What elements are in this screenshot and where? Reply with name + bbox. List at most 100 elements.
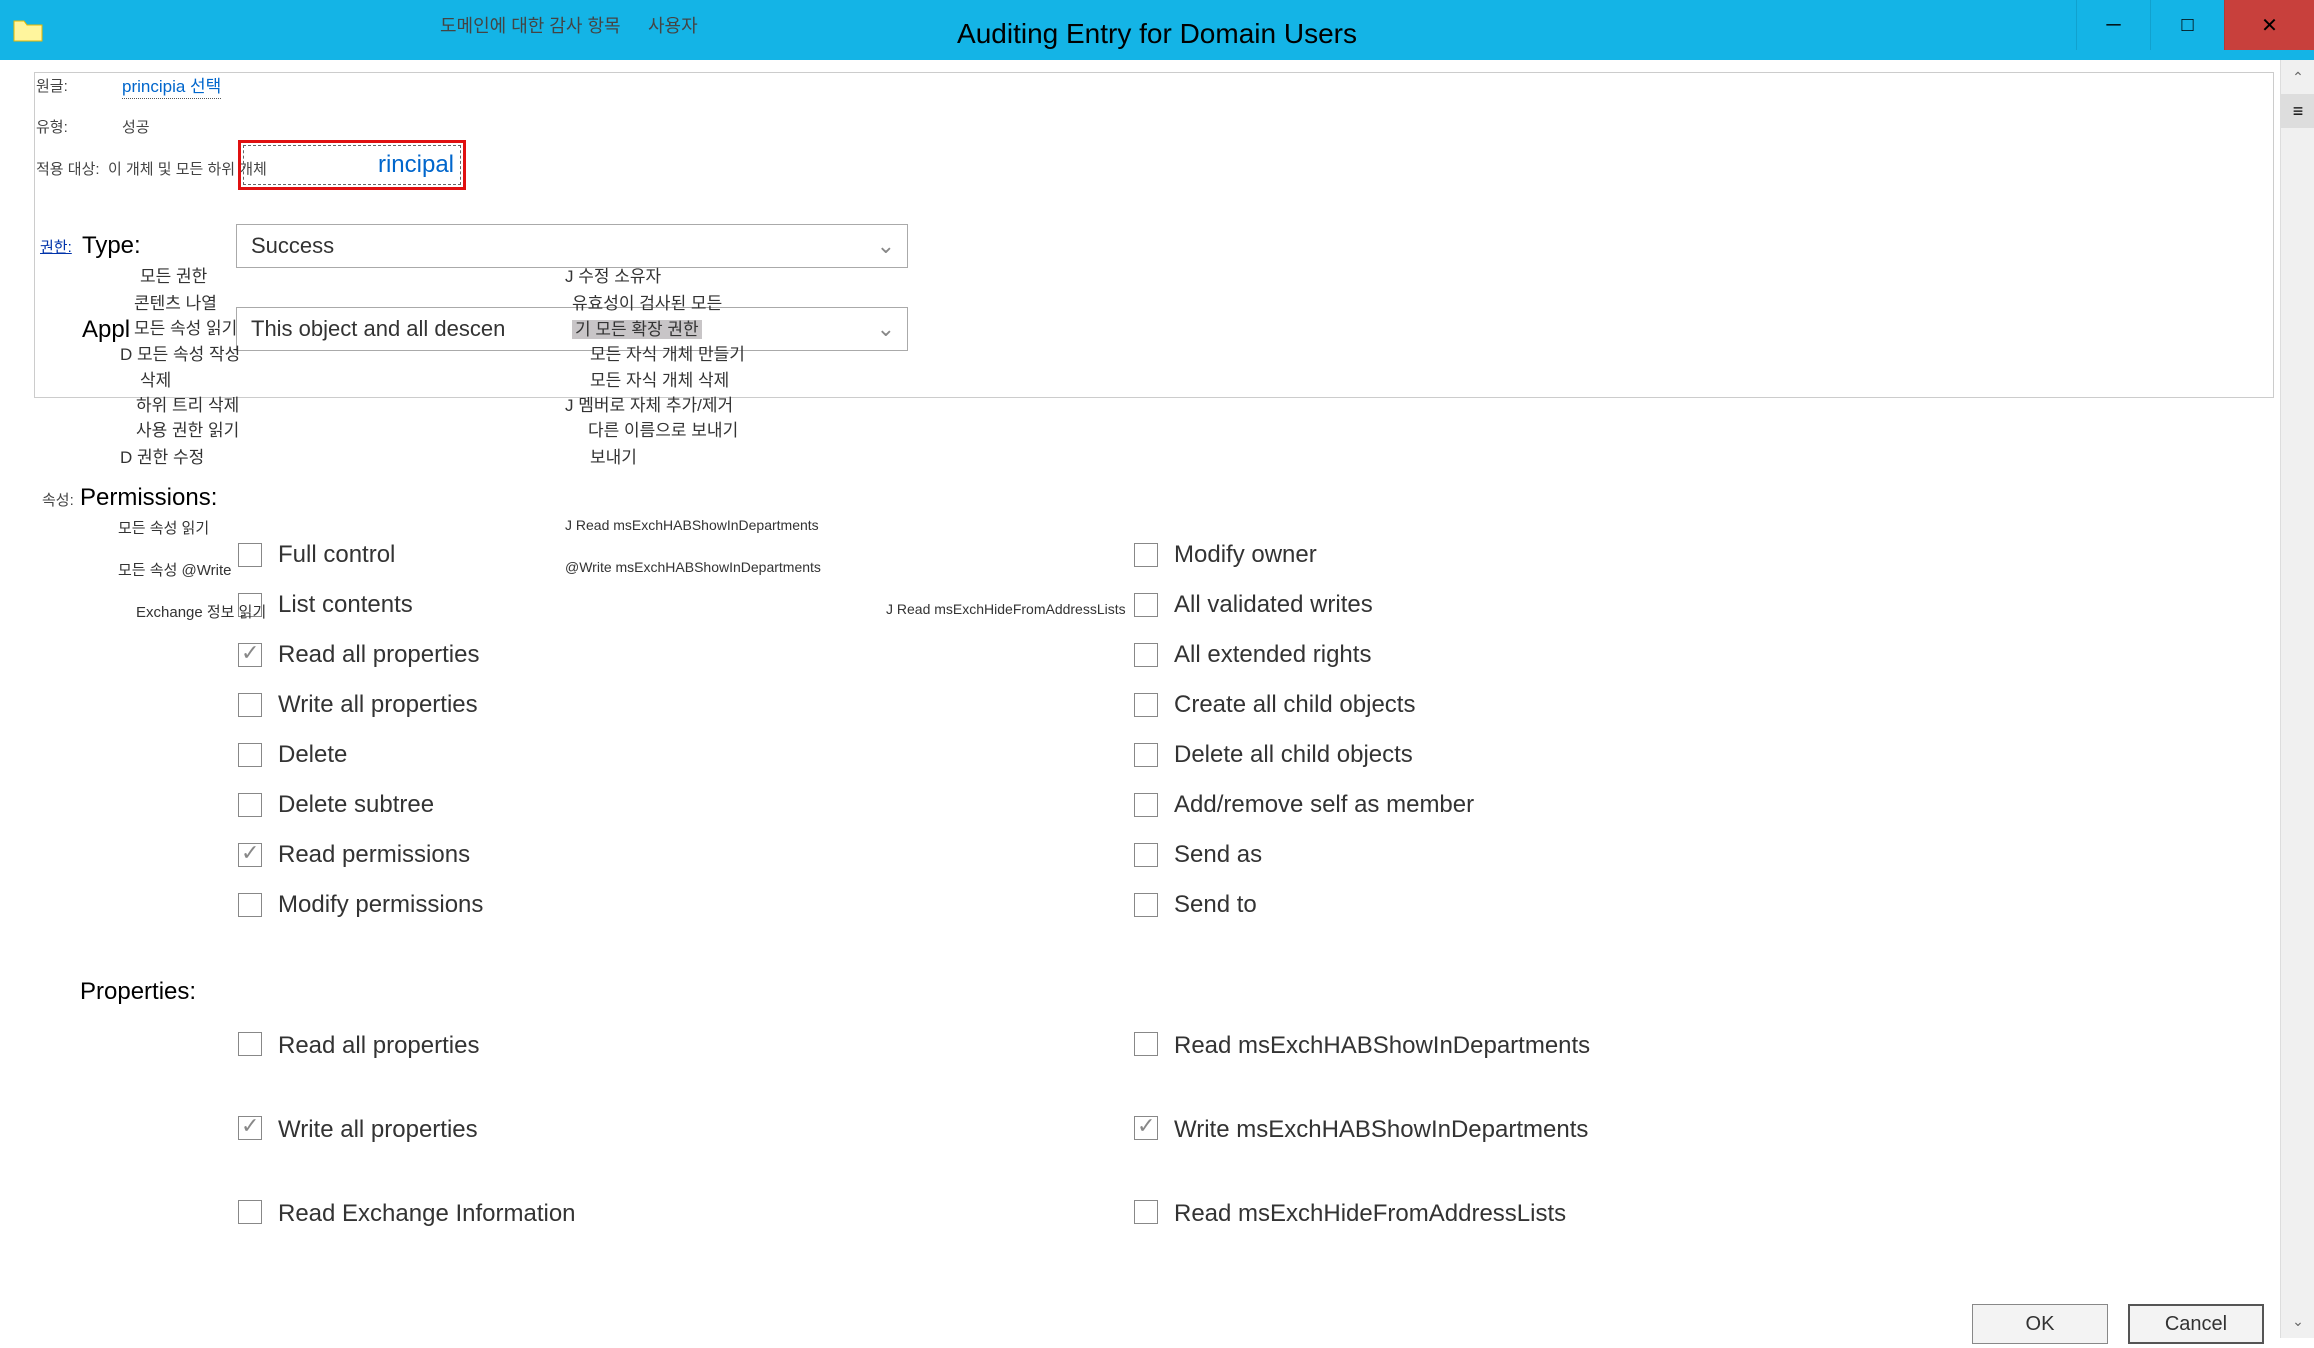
checkbox-row: Send as (1134, 830, 1474, 880)
checkbox[interactable] (1134, 593, 1158, 617)
properties-label-ko: 속성: (42, 489, 74, 510)
type-dropdown-value: Success (251, 233, 334, 259)
checkbox[interactable] (1134, 893, 1158, 917)
checkbox[interactable] (238, 1032, 262, 1056)
scrollbar-vertical[interactable]: ⌃ ≡ ⌄ (2280, 60, 2314, 1338)
checkbox-label: Read permissions (278, 841, 470, 869)
checkbox-label: Write all properties (278, 691, 478, 719)
checkbox[interactable] (238, 1200, 262, 1224)
checkbox-row: Read all properties (238, 630, 483, 680)
minimize-button[interactable]: ─ (2076, 0, 2150, 50)
checkbox-row: List contents (238, 580, 483, 630)
checkbox[interactable] (238, 843, 262, 867)
checkbox-label: Read msExchHideFromAddressLists (1174, 1200, 1566, 1228)
checkbox[interactable] (1134, 643, 1158, 667)
titlebar: 도메인에 대한 감사 항목 사용자 Auditing Entry for Dom… (0, 0, 2314, 60)
checkbox-row: Read msExchHideFromAddressLists (1134, 1194, 1590, 1278)
checkbox-row: Read Exchange Information (238, 1194, 576, 1278)
checkbox-label: Add/remove self as member (1174, 791, 1474, 819)
permissions-col-left: Full control List contents Read all proper… (238, 530, 483, 930)
checkbox-label: Read all properties (278, 1032, 479, 1060)
select-principal-text: rincipal (243, 145, 461, 185)
folder-icon (12, 17, 44, 43)
checkbox[interactable] (1134, 1032, 1158, 1056)
scroll-down-icon[interactable]: ⌄ (2281, 1304, 2314, 1338)
checkbox-label: Full control (278, 541, 395, 569)
permissions-link-ko[interactable]: 권한: (40, 236, 72, 257)
close-button[interactable]: ✕ (2224, 0, 2314, 50)
checkbox-row: Read permissions (238, 830, 483, 880)
permissions-header: Permissions: (80, 484, 217, 512)
type-label-ko: 유형: (36, 116, 68, 137)
checkbox[interactable] (238, 693, 262, 717)
checkbox-label: Write all properties (278, 1116, 478, 1144)
checkbox-label: All validated writes (1174, 591, 1373, 619)
checkbox[interactable] (238, 1116, 262, 1140)
properties-header: Properties: (80, 978, 196, 1006)
checkbox-label: Modify owner (1174, 541, 1317, 569)
checkbox-row: Delete subtree (238, 780, 483, 830)
ok-button[interactable]: OK (1972, 1304, 2108, 1344)
applies-dropdown-value: This object and all descen (251, 316, 505, 342)
checkbox[interactable] (238, 543, 262, 567)
window-title: Auditing Entry for Domain Users (957, 18, 1357, 50)
checkbox-row: Read all properties (238, 1026, 576, 1110)
checkbox-label: Modify permissions (278, 891, 483, 919)
checkbox[interactable] (1134, 1200, 1158, 1224)
properties-col-right: Read msExchHABShowInDepartments Write msE… (1134, 1026, 1590, 1278)
checkbox-row: Modify permissions (238, 880, 483, 930)
checkbox-label: Read msExchHABShowInDepartments (1174, 1032, 1590, 1060)
principal-select-link[interactable]: principia 선택 (122, 72, 221, 99)
type-label: Type: (82, 232, 141, 260)
checkbox-row: Read msExchHABShowInDepartments (1134, 1026, 1590, 1110)
checkbox-label: Create all child objects (1174, 691, 1415, 719)
checkbox-row: All validated writes (1134, 580, 1474, 630)
checkbox[interactable] (238, 643, 262, 667)
principal-label-ko: 원글: (36, 75, 68, 96)
scroll-up-icon[interactable]: ⌃ (2281, 60, 2314, 94)
checkbox-row: Add/remove self as member (1134, 780, 1474, 830)
chevron-down-icon: ⌄ (877, 316, 895, 342)
checkbox[interactable] (238, 793, 262, 817)
checkbox-label: Delete all child objects (1174, 741, 1413, 769)
maximize-button[interactable]: □ (2150, 0, 2224, 50)
checkbox-row: Write msExchHABShowInDepartments (1134, 1110, 1590, 1194)
checkbox[interactable] (1134, 793, 1158, 817)
checkbox-label: Send as (1174, 841, 1262, 869)
properties-col-left: Read all properties Write all properties R… (238, 1026, 576, 1278)
checkbox-label: Delete (278, 741, 347, 769)
scroll-options-icon[interactable]: ≡ (2281, 94, 2314, 128)
checkbox-row: Delete (238, 730, 483, 780)
type-value-ko: 성공 (122, 116, 150, 137)
select-principal-link[interactable]: rincipal (238, 140, 466, 190)
box-cut (1285, 398, 2273, 402)
checkbox-label: Delete subtree (278, 791, 434, 819)
checkbox-row: Write all properties (238, 680, 483, 730)
checkbox[interactable] (1134, 543, 1158, 567)
dialog-buttons: OK Cancel (1972, 1304, 2264, 1344)
checkbox-row: Write all properties (238, 1110, 576, 1194)
checkbox-row: Full control (238, 530, 483, 580)
permissions-col-right: Modify owner All validated writes All exte… (1134, 530, 1474, 930)
subtitle-ko: 도메인에 대한 감사 항목 (440, 12, 621, 38)
checkbox[interactable] (238, 893, 262, 917)
window-controls: ─ □ ✕ (2076, 0, 2314, 50)
applies-label-ko: 적용 대상: (36, 158, 100, 179)
checkbox[interactable] (1134, 743, 1158, 767)
checkbox[interactable] (238, 743, 262, 767)
checkbox-label: Send to (1174, 891, 1257, 919)
checkbox-row: Create all child objects (1134, 680, 1474, 730)
checkbox[interactable] (1134, 1116, 1158, 1140)
checkbox[interactable] (1134, 843, 1158, 867)
ghost-highlight: 기 모든 확장 권한 (572, 315, 702, 340)
checkbox-label: Read all properties (278, 641, 479, 669)
cancel-button[interactable]: Cancel (2128, 1304, 2264, 1344)
checkbox-row: Delete all child objects (1134, 730, 1474, 780)
checkbox-row: All extended rights (1134, 630, 1474, 680)
checkbox[interactable] (1134, 693, 1158, 717)
checkbox-label: Write msExchHABShowInDepartments (1174, 1116, 1588, 1144)
checkbox-label: Read Exchange Information (278, 1200, 576, 1228)
checkbox-row: Send to (1134, 880, 1474, 930)
subtitle-user: 사용자 (648, 12, 698, 38)
checkbox-row: Modify owner (1134, 530, 1474, 580)
